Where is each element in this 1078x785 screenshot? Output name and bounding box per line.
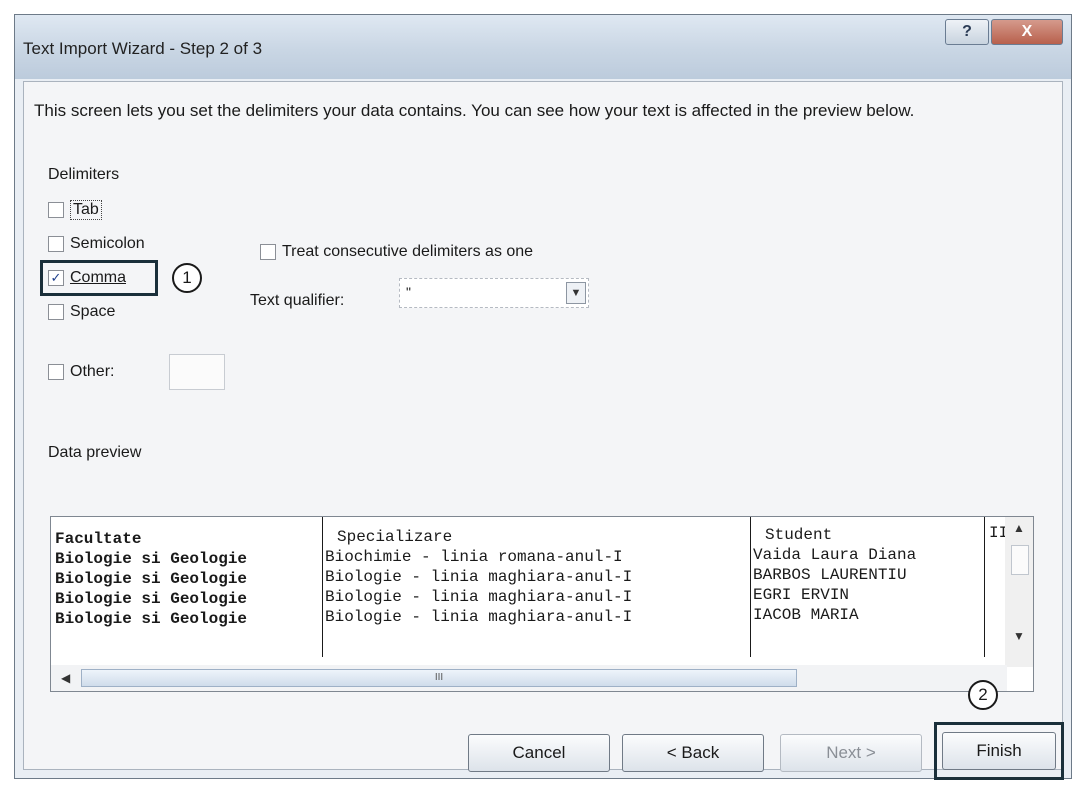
preview-column-student: Student Vaida Laura Diana BARBOS LAURENT… [751, 517, 985, 657]
table-cell: Biologie si Geologie [55, 550, 248, 568]
table-cell: Biologie - linia maghiara-anul-I [325, 568, 633, 586]
tab-checkbox-row[interactable]: Tab [48, 198, 102, 222]
close-button[interactable]: X [991, 19, 1063, 45]
window-title: Text Import Wizard - Step 2 of 3 [23, 39, 263, 58]
delimiters-heading: Delimiters [48, 166, 120, 183]
next-button[interactable]: Next > [780, 734, 922, 772]
vertical-scroll-thumb[interactable] [1011, 545, 1029, 575]
scroll-down-arrow-icon[interactable]: ▼ [1013, 629, 1025, 643]
column-header: Student [765, 526, 833, 544]
other-checkbox-row[interactable]: Other: [48, 360, 114, 384]
tab-checkbox[interactable] [48, 202, 64, 218]
semicolon-checkbox[interactable] [48, 236, 64, 252]
space-checkbox-row[interactable]: Space [48, 300, 115, 324]
table-cell: Biologie si Geologie [55, 610, 248, 628]
text-qualifier-select[interactable]: " ▼ [399, 278, 589, 308]
column-header: Specializare [337, 528, 453, 546]
table-cell: Biochimie - linia romana-anul-I [325, 548, 623, 566]
semicolon-label: Semicolon [70, 235, 145, 252]
text-qualifier-label: Text qualifier: [250, 292, 345, 309]
data-preview-heading: Data preview [48, 444, 142, 461]
column-header: Facultate [55, 530, 142, 548]
preview-column-specializare: Specializare Biochimie - linia romana-an… [323, 517, 751, 657]
table-cell: BARBOS LAURENTIU [753, 566, 907, 584]
table-cell: Biologie - linia maghiara-anul-I [325, 608, 633, 626]
help-button[interactable]: ? [945, 19, 989, 45]
semicolon-checkbox-row[interactable]: Semicolon [48, 232, 145, 256]
data-preview-grid: Facultate Biologie si Geologie Biologie … [50, 516, 1034, 692]
cancel-button[interactable]: Cancel [468, 734, 610, 772]
table-cell: Biologie si Geologie [55, 570, 248, 588]
consecutive-label: Treat consecutive delimiters as one [282, 243, 534, 260]
preview-vertical-scrollbar[interactable]: ▲ ▼ [1005, 517, 1033, 667]
dropdown-arrow-icon[interactable]: ▼ [566, 282, 586, 304]
other-delimiter-input[interactable] [169, 354, 225, 390]
scroll-up-arrow-icon[interactable]: ▲ [1013, 521, 1025, 535]
table-cell: Biologie si Geologie [55, 590, 248, 608]
annotation-1: 1 [172, 263, 202, 293]
table-cell: Biologie - linia maghiara-anul-I [325, 588, 633, 606]
other-label: Other: [70, 363, 115, 380]
comma-highlight-box [40, 260, 158, 296]
space-label: Space [70, 303, 116, 320]
finish-highlight-box [934, 722, 1064, 780]
table-cell: Vaida Laura Diana [753, 546, 917, 564]
scroll-left-arrow-icon[interactable]: ◀ [61, 671, 70, 685]
tab-label: Tab [70, 200, 102, 220]
description-text: This screen lets you set the delimiters … [34, 101, 915, 120]
space-checkbox[interactable] [48, 304, 64, 320]
consecutive-checkbox[interactable] [260, 244, 276, 260]
back-button[interactable]: < Back [622, 734, 764, 772]
title-bar: Text Import Wizard - Step 2 of 3 ? X [15, 15, 1071, 79]
dialog-body: This screen lets you set the delimiters … [23, 81, 1064, 780]
table-cell: EGRI ERVIN [753, 586, 850, 604]
consecutive-checkbox-row[interactable]: Treat consecutive delimiters as one [260, 240, 533, 264]
table-cell: IACOB MARIA [753, 606, 859, 624]
horizontal-scroll-thumb[interactable]: III [81, 669, 797, 687]
preview-column-facultate: Facultate Biologie si Geologie Biologie … [55, 517, 323, 657]
other-checkbox[interactable] [48, 364, 64, 380]
text-import-wizard-dialog: Text Import Wizard - Step 2 of 3 ? X Thi… [14, 14, 1072, 780]
preview-horizontal-scrollbar[interactable]: ◀ III [51, 665, 1007, 691]
text-qualifier-value: " [406, 284, 411, 300]
annotation-2: 2 [968, 680, 998, 710]
